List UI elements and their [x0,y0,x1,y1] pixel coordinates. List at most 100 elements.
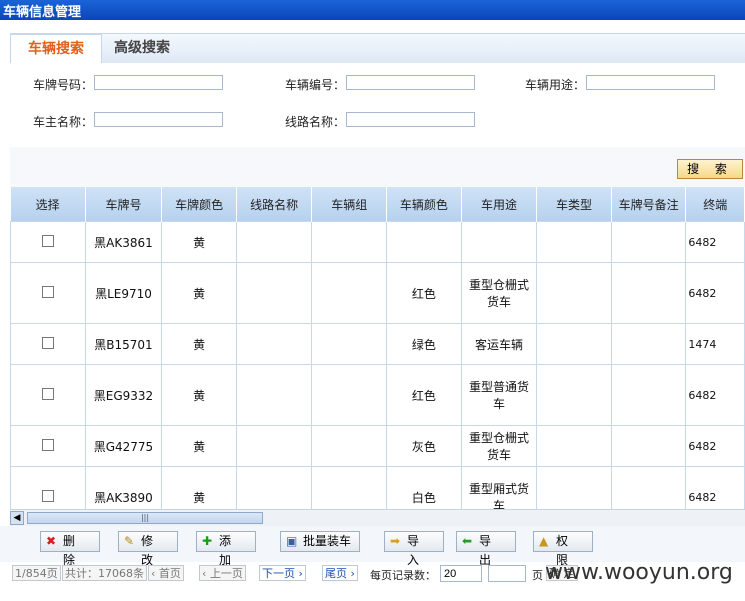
arrow-left-icon: ⬅ [462,534,473,548]
column-header[interactable]: 终端 [685,187,745,222]
terminal-cell: 1474 [685,323,745,365]
row-checkbox[interactable] [41,489,54,502]
route-cell [235,466,313,509]
route-input[interactable] [346,112,475,127]
action-toolbar: ✖ 删 除 ✎ 修 改 ✚ 添 加 ▣ 批量装车 ➡ 导 入 ⬅ 导 出 ▲ 权 限 [0,526,745,567]
pencil-icon: ✎ [124,534,135,548]
group-cell [311,364,387,426]
cross-icon: ✖ [46,534,57,548]
route-cell [235,323,313,365]
route-cell [235,364,313,426]
column-header[interactable]: 车牌号备注 [611,187,687,222]
row-checkbox[interactable] [41,234,54,247]
usage-cell: 客运车辆 [460,323,538,365]
delete-button[interactable]: ✖ 删 除 [40,531,100,567]
owner-label: 车主名称： [33,115,94,129]
note-cell [610,425,687,467]
type-cell [536,364,612,426]
select-cell [10,323,86,365]
terminal-cell: 6482 [685,466,745,509]
column-header[interactable]: 车牌号 [85,187,163,222]
type-cell [536,466,612,509]
chevron-right-icon: › [295,567,303,580]
plate-label: 车牌号码： [33,78,94,92]
color-cell: 绿色 [386,323,462,365]
table-row[interactable]: 黑G42775 黄 灰色 重型仓栅式货车 6482 [10,425,745,467]
usage-cell: 重型仓栅式货车 [460,425,538,467]
group-cell [311,221,387,263]
color-cell: 红色 [386,364,462,426]
chevron-left-icon: ‹ [151,567,159,580]
plate-input[interactable] [94,75,223,90]
route-cell [235,425,313,467]
plate-cell: 黑B15701 [84,323,163,365]
plate-color-cell: 黄 [161,364,237,426]
horizontal-scrollbar[interactable]: ◀ ||| [10,509,745,526]
row-checkbox[interactable] [41,438,54,451]
plus-icon: ✚ [202,534,213,548]
last-page-button[interactable]: 尾页 › [322,565,358,581]
note-cell [610,262,687,324]
usage-label: 车辆用途： [525,78,586,92]
column-header[interactable]: 车辆组 [311,187,387,222]
column-header[interactable]: 线路名称 [236,187,313,222]
group-cell [311,466,387,509]
plate-color-cell: 黄 [161,221,237,263]
first-page-button[interactable]: ‹ 首页 [148,565,184,581]
plate-cell: 黑EG9332 [84,364,163,426]
table-row[interactable]: 黑LE9710 黄 红色 重型仓栅式货车 6482 [10,262,745,324]
type-cell [536,221,612,263]
column-header[interactable]: 选择 [10,187,86,222]
page-info: 1/854页 [12,565,61,581]
page-suffix: 页 [532,569,543,582]
usage-cell [460,221,538,263]
usage-cell: 重型厢式货车 [460,466,538,509]
column-header[interactable]: 车辆颜色 [386,187,462,222]
scroll-left-icon[interactable]: ◀ [10,511,24,525]
next-page-button[interactable]: 下一页 › [259,565,306,581]
add-button[interactable]: ✚ 添 加 [196,531,256,567]
export-button[interactable]: ⬅ 导 出 [456,531,516,567]
prev-page-button[interactable]: ‹ 上一页 [199,565,246,581]
vehicle-no-label: 车辆编号： [285,78,346,92]
column-header[interactable]: 车牌颜色 [161,187,237,222]
select-cell [10,466,86,509]
edit-button[interactable]: ✎ 修 改 [118,531,178,567]
import-button[interactable]: ➡ 导 入 [384,531,444,567]
permission-button[interactable]: ▲ 权 限 [533,531,593,567]
plate-cell: 黑AK3890 [84,466,163,509]
color-cell: 白色 [386,466,462,509]
column-header[interactable]: 车类型 [536,187,612,222]
tab-vehicle-search[interactable]: 车辆搜索 [10,34,102,65]
column-header[interactable]: 车用途 [461,187,538,222]
type-cell [536,425,612,467]
batch-load-button[interactable]: ▣ 批量装车 [280,531,360,552]
chevron-right-icon: › [347,567,355,580]
scrollbar-thumb[interactable]: ||| [27,512,263,524]
type-cell [536,262,612,324]
vehicle-no-input[interactable] [346,75,475,90]
owner-input[interactable] [94,112,223,127]
group-cell [311,323,387,365]
plate-color-cell: 黄 [161,466,237,509]
search-button[interactable]: 搜 索 [677,159,743,179]
usage-input[interactable] [586,75,715,90]
page-jump-input[interactable] [488,565,526,582]
per-page-input[interactable] [440,565,482,582]
table-row[interactable]: 黑B15701 黄 绿色 客运车辆 1474 [10,323,745,365]
row-checkbox[interactable] [41,387,54,400]
group-cell [311,262,387,324]
lock-icon: ▲ [539,534,549,548]
table-row[interactable]: 黑AK3890 黄 白色 重型厢式货车 6482 [10,466,745,509]
row-checkbox[interactable] [41,336,54,349]
note-cell [610,323,687,365]
row-checkbox[interactable] [41,285,54,298]
table-row[interactable]: 黑AK3861 黄 6482 [10,221,745,263]
color-cell: 红色 [386,262,462,324]
group-cell [311,425,387,467]
tab-advanced-search[interactable]: 高级搜索 [114,34,170,64]
route-cell [235,221,313,263]
plate-color-cell: 黄 [161,323,237,365]
table-row[interactable]: 黑EG9332 黄 红色 重型普通货车 6482 [10,364,745,426]
note-cell [610,364,687,426]
